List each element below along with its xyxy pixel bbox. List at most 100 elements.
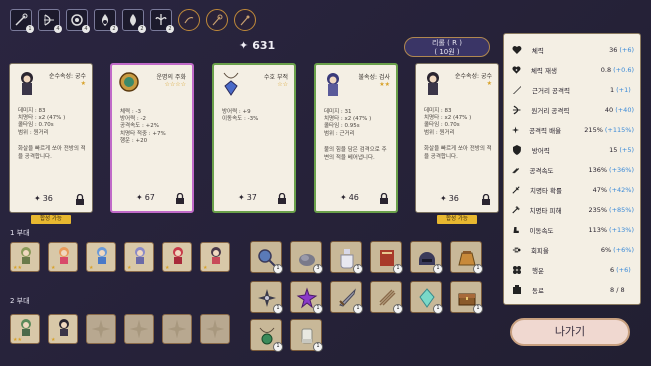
star-rating: ★★ <box>13 337 22 343</box>
item-slot[interactable]: 3 <box>290 241 323 274</box>
gold-counter: ✦ 631 <box>239 39 275 52</box>
item-count: 1 <box>433 304 443 314</box>
stat-row: 체력 36 (+6) <box>512 44 634 56</box>
stat-bonus: (+42%) <box>609 186 634 194</box>
party-slot[interactable]: ★ <box>86 242 116 272</box>
sword-icon <box>513 86 521 94</box>
skill-level: 4 <box>54 25 62 33</box>
party-slot[interactable]: ★ <box>162 242 192 272</box>
stat-number: 1 <box>610 86 615 94</box>
stat-bonus: (+36%) <box>609 166 634 174</box>
party-slot[interactable]: ★ <box>124 242 154 272</box>
stat-value: 40 (+40) <box>605 106 634 114</box>
rod-icon[interactable] <box>234 9 256 31</box>
shop-card[interactable]: 수호 부적 ☆☆ 방어력 : +9 이동속도 : -3% ✦ 37 <box>212 63 296 213</box>
item-slot[interactable]: 1 <box>250 241 283 274</box>
card-stats: 방어력 : +9 이동속도 : -3% <box>222 109 259 123</box>
party-slot[interactable]: ★★ <box>10 242 40 272</box>
stat-name: 방어력 <box>531 147 550 155</box>
empty-slot-icon <box>167 319 187 339</box>
item-slot[interactable]: 1 <box>330 241 363 274</box>
party-slot[interactable]: ★ <box>48 314 78 344</box>
party-1-label: 1 부대 <box>10 229 30 237</box>
crit-damage-icon <box>512 205 520 214</box>
stat-row: 치명타 확률 47% (+42%) <box>512 184 634 196</box>
empty-slot-icon <box>91 319 111 339</box>
item-slot[interactable]: 1 <box>290 319 323 352</box>
orb-icon[interactable]: 4 <box>66 9 90 33</box>
lock-icon[interactable] <box>481 194 491 205</box>
gold-icon: ✦ <box>238 193 245 202</box>
heart-icon <box>512 46 522 54</box>
empty-party-slot[interactable] <box>162 314 192 344</box>
stat-value: 6 (+6) <box>610 266 631 274</box>
lock-icon[interactable] <box>75 194 85 205</box>
bow-icon[interactable]: 4 <box>38 9 62 33</box>
shop-card[interactable]: 순수속성: 궁수 ★ 데미지 : 83 치명타 : x2 (47% ) 쿨타임 … <box>415 63 499 213</box>
empty-party-slot[interactable] <box>124 314 154 344</box>
fire-icon[interactable]: 2 <box>94 9 118 33</box>
price-value: 37 <box>246 193 257 202</box>
merge-available-tag: 합성 가능 <box>31 215 71 224</box>
card-stars: ☆☆ <box>277 81 288 88</box>
item-slot[interactable]: 1 <box>450 281 483 314</box>
lock-icon[interactable] <box>379 193 389 204</box>
empty-party-slot[interactable] <box>86 314 116 344</box>
stat-number: 15 <box>609 146 618 154</box>
card-description: 화살을 빠르게 쏘아 전방의 적을 공격합니다. <box>18 146 86 160</box>
companion-icon <box>513 285 521 294</box>
stat-name: 근거리 공격력 <box>532 87 570 95</box>
reroll-button[interactable]: 리롤 ( R ) ( 10원 ) <box>404 37 490 57</box>
item-slot[interactable]: 1 <box>450 241 483 274</box>
clover-icon <box>513 266 521 274</box>
wand-icon[interactable]: 1 <box>10 9 34 33</box>
stat-row: 치명타 피해 235% (+85%) <box>512 204 634 216</box>
wind-icon[interactable] <box>178 9 200 31</box>
shop-card[interactable]: 운명의 주화 ☆☆☆☆ 체력 : -3 방어력 : -2 공격속도 : +2% … <box>110 63 194 213</box>
stat-bonus: (+0.6) <box>613 66 634 74</box>
empty-slot-icon <box>205 319 225 339</box>
item-slot[interactable]: 1 <box>370 281 403 314</box>
stat-bonus: (+115%) <box>604 126 634 134</box>
card-title: 순수속성: 궁수 <box>48 73 86 80</box>
party-slot[interactable]: ★ <box>48 242 78 272</box>
item-slot[interactable]: 1 <box>290 281 323 314</box>
gold-icon: ✦ <box>34 194 41 203</box>
item-count: 1 <box>313 342 323 352</box>
card-stars: ★ <box>486 80 492 87</box>
party-slot[interactable]: ★★ <box>10 314 40 344</box>
price-value: 67 <box>144 193 155 202</box>
lock-icon[interactable] <box>175 193 185 204</box>
item-slot[interactable]: 1 <box>330 281 363 314</box>
stat-name: 공격속도 <box>529 167 554 175</box>
card-stats: 데미지 : 31 치명타 : x2 (47% ) 쿨타임 : 0.95s 범위 … <box>324 109 372 137</box>
stat-row: 체력 재생 0.8 (+0.6) <box>512 64 634 76</box>
item-slot[interactable]: 1 <box>410 241 443 274</box>
card-price: ✦ 36 <box>440 194 459 203</box>
item-count: 3 <box>313 264 323 274</box>
item-slot[interactable]: 1 <box>250 319 283 352</box>
party-slot[interactable]: ★ <box>200 242 230 272</box>
staff-icon[interactable] <box>206 9 228 31</box>
stat-bonus: (+6%) <box>613 246 634 254</box>
card-price: ✦ 36 <box>34 194 53 203</box>
merge-available-tag: 합성 가능 <box>437 215 477 224</box>
attack-speed-icon <box>512 168 520 174</box>
item-count: 1 <box>393 264 403 274</box>
crit-chance-icon <box>512 186 520 194</box>
item-slot[interactable]: 1 <box>250 281 283 314</box>
item-slot[interactable]: 1 <box>370 241 403 274</box>
item-count: 1 <box>353 264 363 274</box>
skill-level: 2 <box>110 25 118 33</box>
item-slot[interactable]: 1 <box>410 281 443 314</box>
shop-card[interactable]: 순수속성: 궁수 ★ 데미지 : 83 치명타 : x2 (47% ) 쿨타임 … <box>9 63 93 213</box>
lock-icon[interactable] <box>277 193 287 204</box>
price-value: 36 <box>42 194 53 203</box>
empty-party-slot[interactable] <box>200 314 230 344</box>
stat-bonus: (+6) <box>619 46 634 54</box>
stat-row: 회피율 6% (+6%) <box>512 244 634 256</box>
leaf-icon[interactable]: 2 <box>150 9 174 33</box>
exit-button[interactable]: 나가기 <box>510 318 630 346</box>
shop-card[interactable]: 불속성: 검사 ★★ 데미지 : 31 치명타 : x2 (47% ) 쿨타임 … <box>314 63 398 213</box>
flame-icon[interactable]: 2 <box>122 9 146 33</box>
